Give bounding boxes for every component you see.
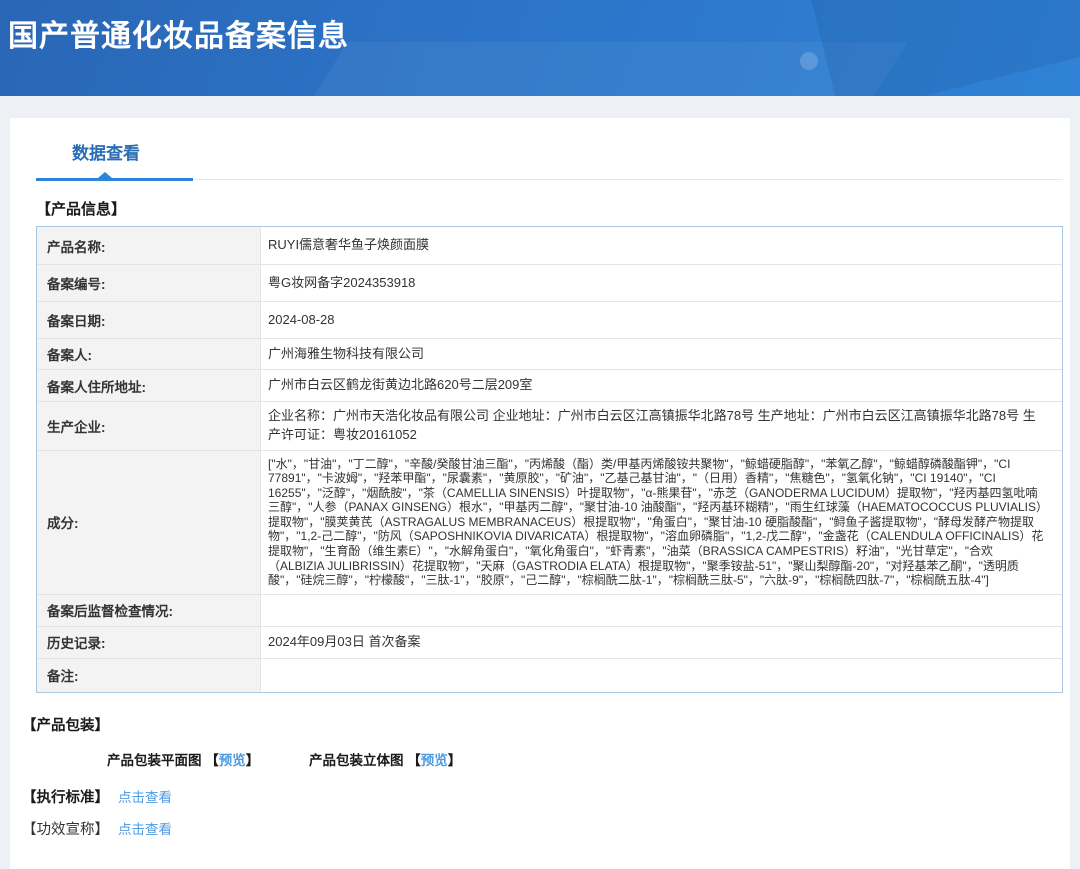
table-row-history: 历史记录: 2024年09月03日 首次备案 <box>37 626 1062 658</box>
row-value: RUYI儒意奢华鱼子焕颜面膜 <box>261 227 1062 264</box>
row-label: 备案日期: <box>37 302 261 338</box>
packaging-flat-label: 产品包装平面图 <box>107 753 202 768</box>
row-value: ["水"，"甘油"，"丁二醇"，"辛酸/癸酸甘油三酯"，"丙烯酸（酯）类/甲基丙… <box>261 451 1062 594</box>
standards-row: 【执行标准】点击查看 <box>22 786 1070 807</box>
row-label: 备案编号: <box>37 265 261 301</box>
packaging-3d-label: 产品包装立体图 <box>309 753 404 768</box>
table-row-filing-date: 备案日期: 2024-08-28 <box>37 301 1062 338</box>
row-label: 成分: <box>37 451 261 594</box>
table-row-ingredients: 成分: ["水"，"甘油"，"丁二醇"，"辛酸/癸酸甘油三酯"，"丙烯酸（酯）类… <box>37 450 1062 594</box>
claims-row: 【功效宣称】点击查看 <box>22 818 1070 839</box>
row-value: 2024年09月03日 首次备案 <box>261 627 1062 658</box>
content-card: 数据查看 【产品信息】 产品名称: RUYI儒意奢华鱼子焕颜面膜 备案编号: 粤… <box>10 118 1070 869</box>
row-label: 备案人: <box>37 339 261 369</box>
row-label: 备案人住所地址: <box>37 370 261 401</box>
packaging-flat-preview-link[interactable]: 预览 <box>219 753 246 768</box>
product-info-table: 产品名称: RUYI儒意奢华鱼子焕颜面膜 备案编号: 粤G妆网备字2024353… <box>36 226 1063 693</box>
row-value: 企业名称：广州市天浩化妆品有限公司 企业地址：广州市白云区江高镇振华北路78号 … <box>261 402 1062 450</box>
row-label: 产品名称: <box>37 227 261 264</box>
row-value: 粤G妆网备字2024353918 <box>261 265 1062 301</box>
table-row-supervision: 备案后监督检查情况: <box>37 594 1062 626</box>
packaging-flat-item: 产品包装平面图 【预览】 <box>107 753 263 768</box>
table-row-filing-number: 备案编号: 粤G妆网备字2024353918 <box>37 264 1062 301</box>
standards-label: 【执行标准】 <box>22 790 109 806</box>
bracket-open: 【 <box>407 753 421 768</box>
packaging-row: 产品包装平面图 【预览】 产品包装立体图 【预览】 <box>107 749 1070 769</box>
row-label: 备案后监督检查情况: <box>37 595 261 626</box>
packaging-heading: 【产品包装】 <box>22 714 1070 735</box>
bracket-open: 【 <box>205 753 219 768</box>
row-value: 广州海雅生物科技有限公司 <box>261 339 1062 369</box>
page-title: 国产普通化妆品备案信息 <box>0 0 1080 55</box>
table-row-filer: 备案人: 广州海雅生物科技有限公司 <box>37 338 1062 369</box>
tab-active-indicator <box>36 178 193 181</box>
row-value: 2024-08-28 <box>261 302 1062 338</box>
tab-underline <box>10 178 1070 182</box>
row-label: 生产企业: <box>37 402 261 450</box>
standards-view-link[interactable]: 点击查看 <box>118 790 172 805</box>
tab-bar: 数据查看 <box>10 118 1070 182</box>
row-label: 历史记录: <box>37 627 261 658</box>
claims-view-link[interactable]: 点击查看 <box>118 822 172 837</box>
packaging-3d-item: 产品包装立体图 【预览】 <box>309 753 461 768</box>
packaging-3d-preview-link[interactable]: 预览 <box>421 753 448 768</box>
page-header: 国产普通化妆品备案信息 <box>0 0 1080 96</box>
row-value: 广州市白云区鹤龙街黄边北路620号二层209室 <box>261 370 1062 401</box>
bracket-close: 】 <box>246 753 260 768</box>
row-value <box>261 659 1062 692</box>
row-label: 备注: <box>37 659 261 692</box>
product-info-heading: 【产品信息】 <box>36 198 1070 219</box>
claims-label: 【功效宣称】 <box>22 822 109 838</box>
bracket-close: 】 <box>448 753 462 768</box>
table-row-filer-address: 备案人住所地址: 广州市白云区鹤龙街黄边北路620号二层209室 <box>37 369 1062 401</box>
table-row-manufacturer: 生产企业: 企业名称：广州市天浩化妆品有限公司 企业地址：广州市白云区江高镇振华… <box>37 401 1062 450</box>
tab-caret-icon <box>98 172 112 178</box>
row-value <box>261 595 1062 626</box>
table-row-remarks: 备注: <box>37 658 1062 692</box>
table-row-product-name: 产品名称: RUYI儒意奢华鱼子焕颜面膜 <box>37 227 1062 264</box>
